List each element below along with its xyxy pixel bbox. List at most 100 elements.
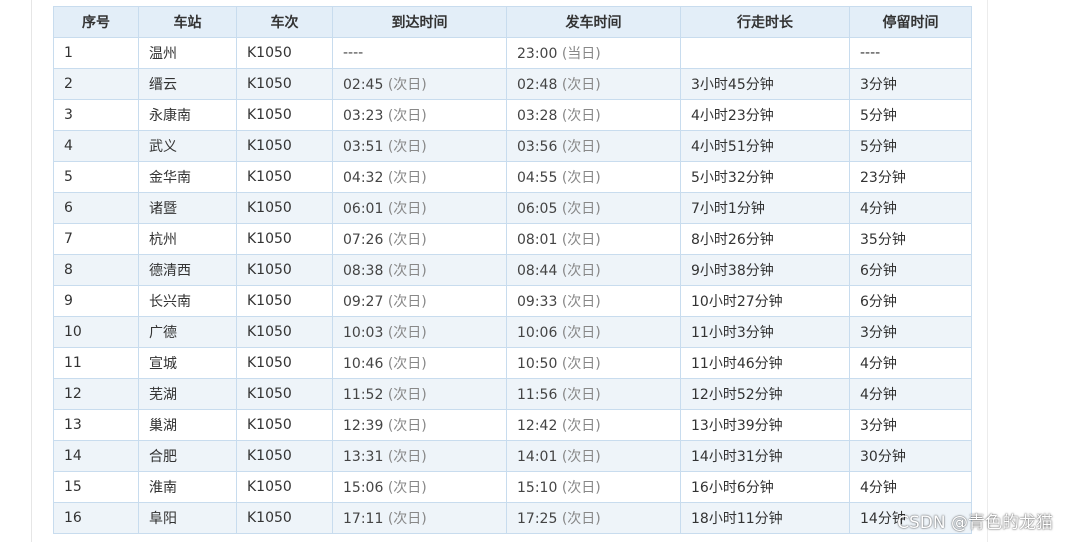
cell-station: 金华南 bbox=[138, 161, 237, 193]
cell-arrive-time-day-note: (次日) bbox=[387, 232, 427, 248]
cell-station: 永康南 bbox=[138, 99, 237, 131]
watermark: CSDN @青色的龙猫 bbox=[897, 513, 1053, 533]
cell-arrive-time-day-note: (次日) bbox=[387, 139, 427, 155]
cell-arrive-time-value: 12:39 bbox=[343, 418, 384, 434]
cell-depart-time-day-note: (次日) bbox=[561, 170, 601, 186]
cell-station: 杭州 bbox=[138, 223, 237, 255]
cell-depart-time: 03:56 (次日) bbox=[506, 130, 681, 162]
cell-index: 6 bbox=[53, 192, 139, 224]
table-row: 16 阜阳 K1050 17:11 (次日) 17:25 (次日) 18小时11分钟 14分… bbox=[53, 502, 972, 534]
cell-arrive-time-value: 13:31 bbox=[343, 449, 384, 465]
cell-station: 广德 bbox=[138, 316, 237, 348]
cell-depart-time: 10:06 (次日) bbox=[506, 316, 681, 348]
cell-depart-time: 02:48 (次日) bbox=[506, 68, 681, 100]
cell-stop-time: 4分钟 bbox=[849, 192, 972, 224]
table-row: 12 芜湖 K1050 11:52 (次日) 11:56 (次日) 12小时52分钟 4分钟 bbox=[53, 378, 972, 410]
table-row: 14 合肥 K1050 13:31 (次日) 14:01 (次日) 14小时31分钟 30分… bbox=[53, 440, 972, 472]
cell-duration: 13小时39分钟 bbox=[680, 409, 850, 441]
cell-depart-time-value: 03:56 bbox=[517, 139, 558, 155]
cell-train: K1050 bbox=[236, 223, 333, 255]
cell-station: 巢湖 bbox=[138, 409, 237, 441]
cell-arrive-time-day-note: (次日) bbox=[387, 325, 427, 341]
cell-train: K1050 bbox=[236, 409, 333, 441]
cell-arrive-time-day-note: (次日) bbox=[387, 387, 427, 403]
table-row: 1 温州 K1050 ---- 23:00 (当日) ---- bbox=[53, 37, 972, 69]
cell-depart-time-day-note: (次日) bbox=[561, 77, 601, 93]
cell-duration: 7小时1分钟 bbox=[680, 192, 850, 224]
header-index: 序号 bbox=[53, 6, 139, 38]
cell-arrive-time-value: 10:03 bbox=[343, 325, 384, 341]
cell-arrive-time-value: 07:26 bbox=[343, 232, 384, 248]
cell-arrive-time-value: 10:46 bbox=[343, 356, 384, 372]
table-row: 7 杭州 K1050 07:26 (次日) 08:01 (次日) 8小时26分钟 35分钟 bbox=[53, 223, 972, 255]
header-stop-time: 停留时间 bbox=[849, 6, 972, 38]
cell-arrive-time-value: 03:51 bbox=[343, 139, 384, 155]
cell-arrive-time-day-note: (次日) bbox=[387, 418, 427, 434]
cell-train: K1050 bbox=[236, 254, 333, 286]
header-duration: 行走时长 bbox=[680, 6, 850, 38]
cell-duration bbox=[680, 37, 850, 69]
cell-depart-time-value: 10:50 bbox=[517, 356, 558, 372]
cell-arrive-time-day-note: (次日) bbox=[387, 480, 427, 496]
cell-depart-time-value: 15:10 bbox=[517, 480, 558, 496]
table-header: 序号 车站 车次 到达时间 发车时间 行走时长 停留时间 bbox=[53, 6, 972, 38]
cell-depart-time-value: 02:48 bbox=[517, 77, 558, 93]
cell-train: K1050 bbox=[236, 37, 333, 69]
cell-arrive-time-day-note: (次日) bbox=[387, 263, 427, 279]
cell-depart-time-value: 04:55 bbox=[517, 170, 558, 186]
cell-index: 15 bbox=[53, 471, 139, 503]
cell-arrive-time: 04:32 (次日) bbox=[332, 161, 507, 193]
header-depart-time: 发车时间 bbox=[506, 6, 681, 38]
cell-depart-time-value: 14:01 bbox=[517, 449, 558, 465]
cell-train: K1050 bbox=[236, 68, 333, 100]
cell-depart-time-day-note: (次日) bbox=[561, 480, 601, 496]
cell-arrive-time: 02:45 (次日) bbox=[332, 68, 507, 100]
cell-duration: 11小时3分钟 bbox=[680, 316, 850, 348]
cell-depart-time-value: 12:42 bbox=[517, 418, 558, 434]
cell-depart-time-day-note: (次日) bbox=[561, 325, 601, 341]
cell-duration: 12小时52分钟 bbox=[680, 378, 850, 410]
cell-duration: 16小时6分钟 bbox=[680, 471, 850, 503]
table-row: 13 巢湖 K1050 12:39 (次日) 12:42 (次日) 13小时39分钟 3分钟 bbox=[53, 409, 972, 441]
cell-index: 13 bbox=[53, 409, 139, 441]
cell-duration: 3小时45分钟 bbox=[680, 68, 850, 100]
cell-stop-time: 4分钟 bbox=[849, 378, 972, 410]
cell-depart-time-value: 03:28 bbox=[517, 108, 558, 124]
cell-depart-time: 09:33 (次日) bbox=[506, 285, 681, 317]
cell-depart-time: 08:44 (次日) bbox=[506, 254, 681, 286]
cell-stop-time: 30分钟 bbox=[849, 440, 972, 472]
cell-depart-time-value: 08:44 bbox=[517, 263, 558, 279]
cell-depart-time-day-note: (次日) bbox=[561, 449, 601, 465]
cell-station: 缙云 bbox=[138, 68, 237, 100]
cell-arrive-time-value: 17:11 bbox=[343, 511, 384, 527]
cell-arrive-time-value: 04:32 bbox=[343, 170, 384, 186]
content-right-border bbox=[987, 0, 988, 542]
cell-stop-time: 6分钟 bbox=[849, 285, 972, 317]
cell-arrive-time-value: ---- bbox=[343, 45, 364, 61]
cell-depart-time-day-note: (次日) bbox=[561, 232, 601, 248]
cell-duration: 18小时11分钟 bbox=[680, 502, 850, 534]
cell-depart-time-value: 06:05 bbox=[517, 201, 558, 217]
cell-duration: 8小时26分钟 bbox=[680, 223, 850, 255]
cell-depart-time: 14:01 (次日) bbox=[506, 440, 681, 472]
cell-depart-time-day-note: (次日) bbox=[561, 294, 601, 310]
table-row: 2 缙云 K1050 02:45 (次日) 02:48 (次日) 3小时45分钟 3分钟 bbox=[53, 68, 972, 100]
cell-arrive-time: 11:52 (次日) bbox=[332, 378, 507, 410]
cell-train: K1050 bbox=[236, 161, 333, 193]
cell-index: 5 bbox=[53, 161, 139, 193]
cell-depart-time-day-note: (次日) bbox=[561, 139, 601, 155]
cell-train: K1050 bbox=[236, 347, 333, 379]
cell-train: K1050 bbox=[236, 99, 333, 131]
cell-arrive-time-value: 11:52 bbox=[343, 387, 384, 403]
cell-depart-time: 03:28 (次日) bbox=[506, 99, 681, 131]
cell-arrive-time-day-note: (次日) bbox=[387, 294, 427, 310]
cell-arrive-time: 03:23 (次日) bbox=[332, 99, 507, 131]
header-row: 序号 车站 车次 到达时间 发车时间 行走时长 停留时间 bbox=[53, 6, 972, 38]
cell-arrive-time-value: 15:06 bbox=[343, 480, 384, 496]
cell-depart-time-value: 09:33 bbox=[517, 294, 558, 310]
cell-depart-time-day-note: (次日) bbox=[561, 108, 601, 124]
cell-duration: 11小时46分钟 bbox=[680, 347, 850, 379]
cell-train: K1050 bbox=[236, 130, 333, 162]
cell-index: 16 bbox=[53, 502, 139, 534]
cell-arrive-time-day-note: (次日) bbox=[387, 356, 427, 372]
